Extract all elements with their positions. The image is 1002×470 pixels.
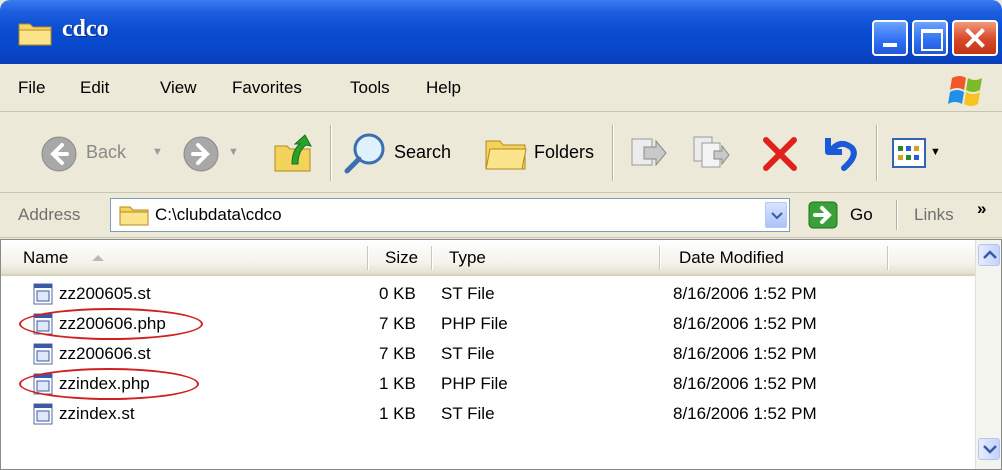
file-type: ST File (441, 284, 495, 303)
column-header: Name Size Type Date Modified (1, 240, 975, 276)
file-icon (33, 403, 53, 425)
views-dropdown-icon[interactable]: ▼ (930, 146, 941, 158)
file-date: 8/16/2006 1:52 PM (673, 374, 817, 393)
file-size: 1 KB (379, 404, 416, 423)
menu-tools[interactable]: Tools (350, 78, 390, 98)
column-separator[interactable] (367, 246, 369, 270)
window-title: cdco (62, 16, 109, 42)
file-type: PHP File (441, 314, 508, 333)
title-bar[interactable]: cdco (0, 0, 1002, 64)
toolbar-separator (612, 125, 614, 181)
menu-view[interactable]: View (160, 78, 197, 98)
menu-help[interactable]: Help (426, 78, 461, 98)
address-label: Address (18, 205, 81, 224)
toolbar-separator (330, 125, 332, 181)
windows-logo-icon (948, 76, 982, 106)
forward-dropdown-icon[interactable]: ▼ (228, 146, 239, 158)
highlight-circle (19, 368, 199, 400)
toolbar-separator (876, 125, 878, 181)
folder-icon (18, 23, 52, 46)
copy-to-icon[interactable] (690, 133, 730, 173)
back-label[interactable]: Back (86, 142, 126, 163)
sort-up-icon (92, 255, 104, 261)
menu-bar (0, 64, 1002, 112)
folder-icon (119, 206, 149, 226)
explorer-window: cdco File Edit View Favorites Tools Help… (0, 0, 1002, 470)
table-row[interactable]: zz200606.st 7 KB ST File 8/16/2006 1:52 … (1, 342, 975, 366)
table-row[interactable]: zzindex.st 1 KB ST File 8/16/2006 1:52 P… (1, 402, 975, 426)
address-dropdown-button[interactable] (765, 202, 787, 228)
column-separator[interactable] (659, 246, 661, 270)
file-date: 8/16/2006 1:52 PM (673, 314, 817, 333)
back-dropdown-icon[interactable]: ▼ (152, 146, 163, 158)
up-folder-icon[interactable] (272, 132, 314, 174)
file-list: Name Size Type Date Modified zz200605.st… (0, 239, 1002, 470)
file-date: 8/16/2006 1:52 PM (673, 404, 817, 423)
vertical-scrollbar[interactable] (975, 240, 1001, 469)
column-date-modified[interactable]: Date Modified (679, 248, 784, 268)
column-type[interactable]: Type (449, 248, 486, 268)
file-size: 1 KB (379, 374, 416, 393)
undo-icon[interactable] (818, 132, 862, 172)
file-name[interactable]: zz200606.st (59, 342, 151, 366)
search-icon[interactable] (342, 131, 388, 177)
delete-icon[interactable] (760, 134, 800, 174)
column-name[interactable]: Name (23, 248, 68, 268)
links-more-icon[interactable]: » (977, 199, 986, 219)
highlight-circle (19, 308, 203, 340)
address-input[interactable]: C:\clubdata\cdco (110, 198, 790, 232)
column-separator[interactable] (431, 246, 433, 270)
chevron-down-icon (771, 212, 783, 220)
file-name[interactable]: zzindex.st (59, 402, 135, 426)
maximize-icon[interactable] (912, 20, 948, 56)
folders-label[interactable]: Folders (534, 142, 594, 163)
file-icon (33, 343, 53, 365)
forward-arrow-icon[interactable] (182, 135, 220, 173)
minimize-icon[interactable] (872, 20, 908, 56)
menu-edit[interactable]: Edit (80, 78, 109, 98)
column-size[interactable]: Size (385, 248, 418, 268)
menu-file[interactable]: File (18, 78, 45, 98)
file-type: ST File (441, 344, 495, 363)
views-icon[interactable] (892, 138, 926, 168)
file-size: 7 KB (379, 314, 416, 333)
column-separator[interactable] (887, 246, 889, 270)
table-row[interactable]: zz200605.st 0 KB ST File 8/16/2006 1:52 … (1, 282, 975, 306)
toolbar-separator (896, 200, 898, 230)
file-date: 8/16/2006 1:52 PM (673, 284, 817, 303)
file-icon (33, 283, 53, 305)
search-label[interactable]: Search (394, 142, 451, 163)
links-label[interactable]: Links (914, 205, 954, 225)
close-icon[interactable] (952, 20, 998, 56)
scroll-down-icon[interactable] (978, 438, 1000, 460)
file-type: PHP File (441, 374, 508, 393)
go-button[interactable]: Go (850, 205, 873, 225)
address-value[interactable]: C:\clubdata\cdco (155, 205, 282, 225)
file-name[interactable]: zz200605.st (59, 282, 151, 306)
go-arrow-icon[interactable] (808, 201, 838, 229)
file-size: 0 KB (379, 284, 416, 303)
folders-icon[interactable] (484, 135, 528, 171)
move-to-icon[interactable] (628, 133, 668, 173)
file-date: 8/16/2006 1:52 PM (673, 344, 817, 363)
file-size: 7 KB (379, 344, 416, 363)
back-arrow-icon[interactable] (40, 135, 78, 173)
scroll-up-icon[interactable] (978, 244, 1000, 266)
menu-favorites[interactable]: Favorites (232, 78, 302, 98)
file-type: ST File (441, 404, 495, 423)
